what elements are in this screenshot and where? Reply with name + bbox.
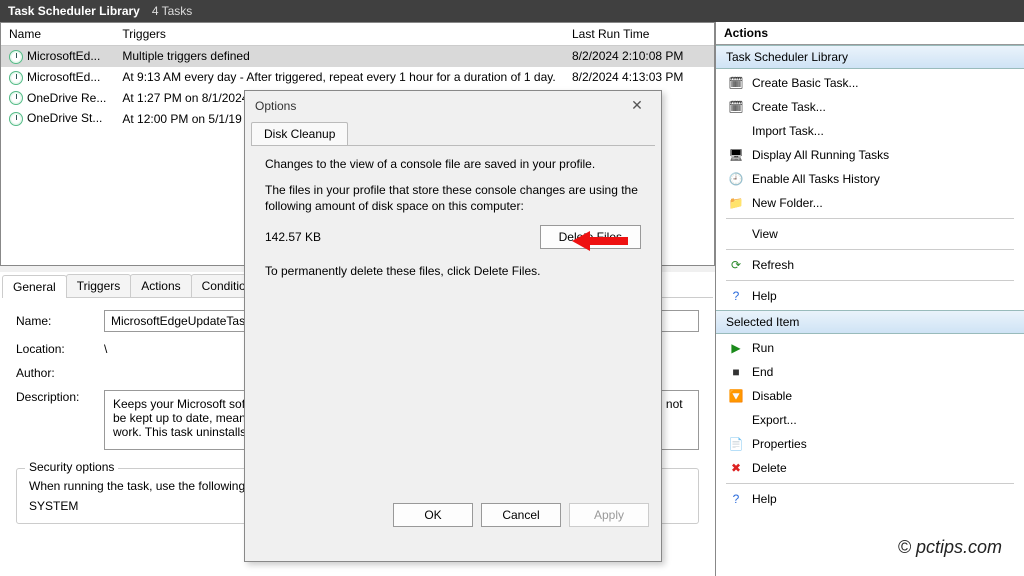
disable-icon: 🔽 [728, 388, 744, 404]
dialog-title: Options [255, 99, 296, 113]
dialog-text-2: The files in your profile that store the… [265, 182, 641, 214]
action-enable-history[interactable]: 🕘Enable All Tasks History [716, 167, 1024, 191]
tab-general[interactable]: General [2, 275, 67, 298]
actions-pane: Actions Task Scheduler Library 🗓Create B… [716, 22, 1024, 576]
running-icon: 🖥 [728, 147, 744, 163]
col-triggers[interactable]: Triggers [114, 23, 564, 46]
action-new-folder[interactable]: 📁New Folder... [716, 191, 1024, 215]
action-disable[interactable]: 🔽Disable [716, 384, 1024, 408]
action-export[interactable]: Export... [716, 408, 1024, 432]
table-row[interactable]: MicrosoftEd... Multiple triggers defined… [1, 46, 714, 67]
author-label: Author: [16, 366, 104, 380]
refresh-icon: ⟳ [728, 257, 744, 273]
name-label: Name: [16, 314, 104, 328]
view-icon [728, 226, 744, 242]
apply-button[interactable]: Apply [569, 503, 649, 527]
import-icon [728, 123, 744, 139]
actions-title: Actions [716, 22, 1024, 45]
task-icon: 🗓 [728, 99, 744, 115]
history-icon: 🕘 [728, 171, 744, 187]
action-display-running[interactable]: 🖥Display All Running Tasks [716, 143, 1024, 167]
col-lastrun[interactable]: Last Run Time [564, 23, 714, 46]
clock-icon [9, 71, 23, 85]
actions-section-selected: Selected Item [716, 310, 1024, 334]
action-help[interactable]: ?Help [716, 284, 1024, 308]
options-dialog: Options ✕ Disk Cleanup Changes to the vi… [244, 90, 662, 562]
task-count: 4 Tasks [152, 4, 192, 18]
action-create-basic-task[interactable]: 🗓Create Basic Task... [716, 71, 1024, 95]
action-view[interactable]: View [716, 222, 1024, 246]
clock-icon [9, 112, 23, 126]
location-label: Location: [16, 342, 104, 356]
action-help-2[interactable]: ?Help [716, 487, 1024, 511]
properties-icon: 📄 [728, 436, 744, 452]
location-value: \ [104, 342, 107, 356]
col-name[interactable]: Name [1, 23, 114, 46]
end-icon: ■ [728, 364, 744, 380]
cancel-button[interactable]: Cancel [481, 503, 561, 527]
action-properties[interactable]: 📄Properties [716, 432, 1024, 456]
delete-icon: ✖ [728, 460, 744, 476]
action-delete[interactable]: ✖Delete [716, 456, 1024, 480]
tab-disk-cleanup[interactable]: Disk Cleanup [251, 122, 348, 145]
actions-section-library: Task Scheduler Library [716, 45, 1024, 69]
clock-icon [9, 50, 23, 64]
action-end[interactable]: ■End [716, 360, 1024, 384]
folder-icon: 📁 [728, 195, 744, 211]
action-run[interactable]: ▶Run [716, 336, 1024, 360]
help-icon: ? [728, 288, 744, 304]
disk-size: 142.57 KB [265, 230, 321, 244]
action-create-task[interactable]: 🗓Create Task... [716, 95, 1024, 119]
titlebar: Task Scheduler Library 4 Tasks [0, 0, 1024, 22]
description-label: Description: [16, 390, 104, 404]
clock-icon [9, 91, 23, 105]
run-icon: ▶ [728, 340, 744, 356]
tab-actions[interactable]: Actions [130, 274, 191, 297]
window-title: Task Scheduler Library [8, 4, 140, 18]
help-icon: ? [728, 491, 744, 507]
tab-triggers[interactable]: Triggers [66, 274, 132, 297]
close-button[interactable]: ✕ [623, 97, 651, 114]
annotation-arrow [572, 230, 628, 255]
ok-button[interactable]: OK [393, 503, 473, 527]
table-row[interactable]: MicrosoftEd... At 9:13 AM every day - Af… [1, 67, 714, 88]
export-icon [728, 412, 744, 428]
wizard-icon: 🗓 [728, 75, 744, 91]
action-import-task[interactable]: Import Task... [716, 119, 1024, 143]
dialog-text-3: To permanently delete these files, click… [265, 263, 641, 279]
watermark: © pctips.com [898, 537, 1002, 558]
security-legend: Security options [25, 460, 118, 474]
action-refresh[interactable]: ⟳Refresh [716, 253, 1024, 277]
dialog-text-1: Changes to the view of a console file ar… [265, 156, 641, 172]
